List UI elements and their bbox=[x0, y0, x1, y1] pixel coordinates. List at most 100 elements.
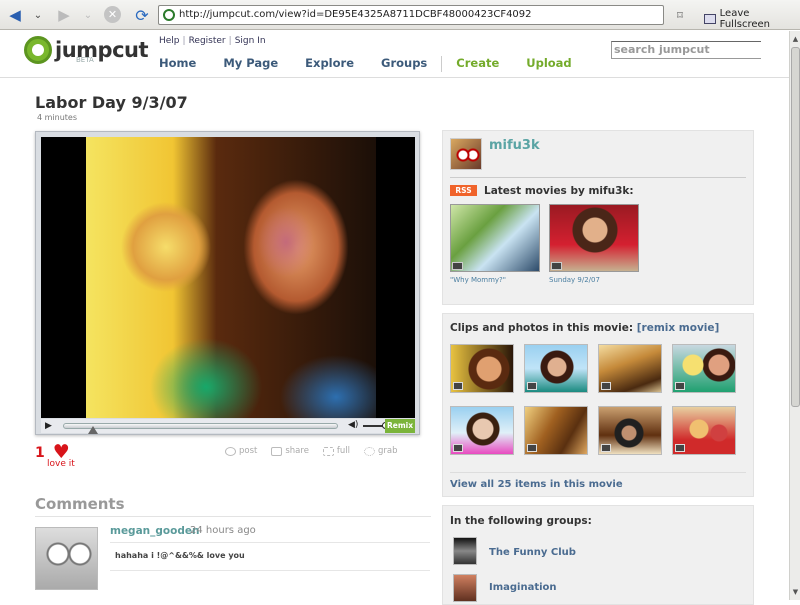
comment-author-link[interactable]: megan_gooden bbox=[110, 525, 199, 537]
site-header: jumpcut BETA Help | Register | Sign In Home … bbox=[0, 31, 800, 78]
remix-movie-link[interactable]: [remix movie] bbox=[637, 322, 720, 334]
fullscreen-icon bbox=[322, 446, 334, 456]
page-scrollbar[interactable]: ▲ ▼ bbox=[789, 31, 800, 600]
nav-my-page[interactable]: My Page bbox=[223, 56, 278, 72]
grab-label: grab bbox=[378, 446, 398, 456]
jumpcut-logo-icon bbox=[24, 36, 52, 64]
seek-bar[interactable] bbox=[63, 423, 338, 434]
post-action[interactable]: post bbox=[225, 446, 257, 456]
sign-in-link[interactable]: Sign In bbox=[235, 36, 266, 46]
clip-badge-icon bbox=[527, 444, 537, 452]
logo-text: jumpcut bbox=[55, 38, 149, 62]
stop-icon[interactable]: ✕ bbox=[104, 6, 121, 23]
user-panel: mifu3k RSS Latest movies by mifu3k: "Why… bbox=[442, 130, 754, 305]
reload-icon[interactable]: ⟳ bbox=[132, 5, 152, 25]
beta-label: BETA bbox=[76, 56, 94, 64]
main-nav: Home My Page Explore Groups Create Uploa… bbox=[159, 56, 599, 72]
nav-create[interactable]: Create bbox=[456, 56, 499, 72]
grab-action[interactable]: grab bbox=[364, 446, 398, 456]
fullscreen-icon bbox=[704, 14, 716, 24]
clip-thumbnail[interactable] bbox=[672, 344, 736, 393]
volume-icon[interactable]: ◀) bbox=[348, 420, 358, 430]
nav-home[interactable]: Home bbox=[159, 56, 196, 72]
latest-movie-caption[interactable]: Sunday 9/2/07 bbox=[549, 276, 600, 284]
latest-movies-title: Latest movies by mifu3k: bbox=[484, 185, 634, 197]
user-divider bbox=[450, 177, 746, 178]
nav-upload[interactable]: Upload bbox=[526, 56, 571, 72]
clip-badge-icon bbox=[601, 382, 611, 390]
movie-badge-icon bbox=[551, 262, 562, 270]
clip-badge-icon bbox=[675, 444, 685, 452]
clip-thumbnail[interactable] bbox=[672, 406, 736, 455]
clips-title: Clips and photos in this movie: [remix m… bbox=[450, 322, 719, 334]
search-input[interactable]: search jumpcut bbox=[611, 41, 761, 59]
scroll-down-icon[interactable]: ▼ bbox=[791, 586, 800, 598]
movie-duration: 4 minutes bbox=[37, 113, 78, 122]
site-identity-icon[interactable] bbox=[163, 9, 175, 21]
leave-fullscreen-button[interactable]: Leave Fullscreen bbox=[704, 8, 800, 30]
view-all-items-link[interactable]: View all 25 items in this movie bbox=[450, 479, 623, 490]
envelope-icon bbox=[271, 446, 283, 456]
forward-arrow-icon[interactable]: ▶ bbox=[54, 5, 74, 25]
group-thumbnail[interactable] bbox=[453, 537, 477, 565]
clips-title-text: Clips and photos in this movie: bbox=[450, 322, 634, 334]
player-controls: ▶ ◀) Remix bbox=[41, 419, 415, 434]
back-arrow-icon[interactable]: ◀ bbox=[5, 5, 25, 25]
group-link[interactable]: The Funny Club bbox=[489, 547, 576, 558]
remix-button[interactable]: Remix bbox=[385, 419, 415, 433]
share-label: share bbox=[285, 446, 309, 456]
video-still-image bbox=[86, 137, 376, 418]
nav-groups[interactable]: Groups bbox=[381, 56, 427, 72]
comment-divider bbox=[110, 542, 430, 543]
seek-handle[interactable] bbox=[88, 426, 98, 434]
clip-thumbnail[interactable] bbox=[450, 344, 514, 393]
groups-title: In the following groups: bbox=[450, 515, 592, 527]
group-link[interactable]: Imagination bbox=[489, 582, 557, 593]
grab-icon bbox=[364, 446, 376, 456]
group-thumbnail[interactable] bbox=[453, 574, 477, 602]
forward-history-chevron-icon[interactable]: ⌄ bbox=[78, 5, 98, 25]
full-label: full bbox=[336, 446, 351, 456]
latest-movie-thumbnail[interactable] bbox=[450, 204, 540, 272]
clip-badge-icon bbox=[453, 444, 463, 452]
full-action[interactable]: full bbox=[322, 446, 351, 456]
video-frame[interactable] bbox=[41, 137, 415, 418]
clip-badge-icon bbox=[453, 382, 463, 390]
register-link[interactable]: Register bbox=[189, 36, 226, 46]
latest-movie-caption[interactable]: "Why Mommy?" bbox=[450, 276, 506, 284]
comment-timestamp: 24 hours ago bbox=[190, 525, 256, 536]
latest-movie-thumbnail[interactable] bbox=[549, 204, 639, 272]
nav-explore[interactable]: Explore bbox=[305, 56, 354, 72]
groups-panel: In the following groups: The Funny Club … bbox=[442, 505, 754, 605]
clip-thumbnail[interactable] bbox=[524, 406, 588, 455]
browser-toolbar: ◀ ⌄ ▶ ⌄ ✕ ⟳ http://jumpcut.com/view?id=D… bbox=[0, 0, 800, 30]
share-action[interactable]: share bbox=[271, 446, 309, 456]
play-icon[interactable]: ▶ bbox=[45, 421, 55, 431]
leave-fullscreen-label: Leave Fullscreen bbox=[719, 8, 770, 30]
clip-thumbnail[interactable] bbox=[524, 344, 588, 393]
clip-badge-icon bbox=[527, 382, 537, 390]
movie-title: Labor Day 9/3/07 bbox=[35, 93, 188, 112]
post-label: post bbox=[239, 446, 258, 456]
user-avatar[interactable] bbox=[450, 138, 482, 170]
feed-icon[interactable]: ⌑ bbox=[670, 5, 690, 25]
post-icon bbox=[225, 446, 236, 456]
clips-divider bbox=[450, 472, 746, 473]
comments-divider bbox=[35, 516, 431, 517]
url-bar[interactable]: http://jumpcut.com/view?id=DE95E4325A871… bbox=[158, 5, 664, 25]
scroll-up-icon[interactable]: ▲ bbox=[791, 33, 800, 45]
back-history-chevron-icon[interactable]: ⌄ bbox=[28, 5, 48, 25]
comment-text: hahaha i !@^&&%& love you bbox=[115, 551, 245, 560]
clip-thumbnail[interactable] bbox=[598, 406, 662, 455]
clip-thumbnail[interactable] bbox=[598, 344, 662, 393]
clip-thumbnail[interactable] bbox=[450, 406, 514, 455]
nav-divider bbox=[441, 56, 443, 72]
help-link[interactable]: Help bbox=[159, 36, 180, 46]
love-it-label[interactable]: love it bbox=[47, 459, 75, 469]
user-name-link[interactable]: mifu3k bbox=[489, 138, 540, 153]
commenter-avatar[interactable] bbox=[35, 527, 98, 590]
rss-badge[interactable]: RSS bbox=[450, 185, 477, 196]
love-it-control[interactable]: 1 ♥ love it bbox=[35, 443, 75, 470]
top-links: Help | Register | Sign In bbox=[159, 36, 266, 46]
scrollbar-thumb[interactable] bbox=[791, 47, 800, 407]
